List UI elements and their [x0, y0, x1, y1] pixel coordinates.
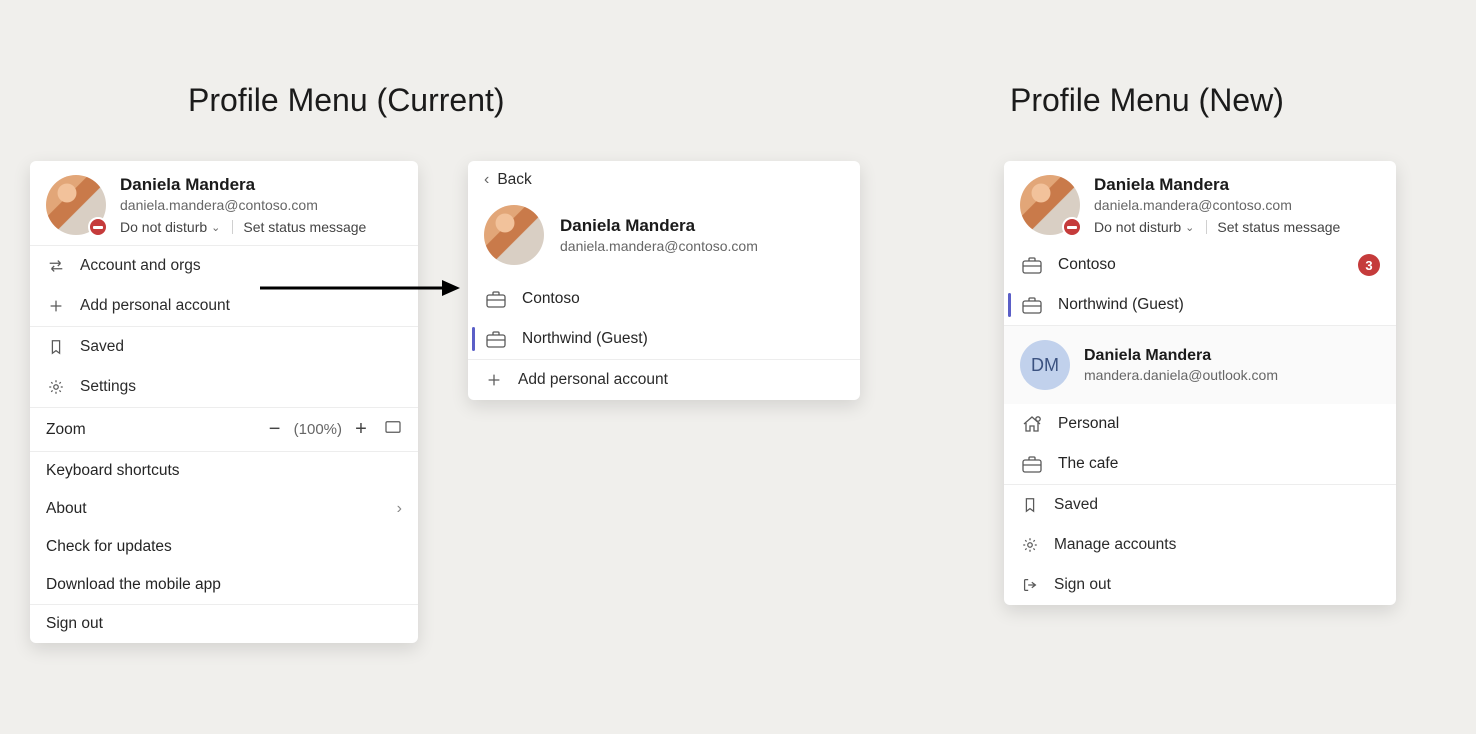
menu-label: Keyboard shortcuts: [46, 462, 180, 480]
org-item[interactable]: Northwind (Guest): [1004, 285, 1396, 325]
org-label: Northwind (Guest): [1058, 296, 1184, 314]
briefcase-icon: [484, 288, 508, 310]
org-label: Contoso: [522, 290, 580, 308]
divider: [1206, 220, 1207, 234]
bookmark-icon: [1020, 495, 1040, 515]
gear-icon: [1020, 535, 1040, 555]
org-item[interactable]: The cafe: [1004, 444, 1396, 484]
profile-header: Daniela Mandera daniela.mandera@contoso.…: [30, 161, 418, 245]
home-icon: [1020, 413, 1044, 435]
chevron-down-icon: ⌄: [1185, 221, 1194, 234]
secondary-name: Daniela Mandera: [1084, 347, 1278, 365]
org-label: Contoso: [1058, 256, 1116, 274]
menu-sign-out[interactable]: Sign out: [1004, 565, 1396, 605]
org-item[interactable]: Contoso 3: [1004, 245, 1396, 285]
set-status-message[interactable]: Set status message: [243, 219, 366, 235]
profile-menu-new: Daniela Mandera daniela.mandera@contoso.…: [1004, 161, 1396, 605]
notification-badge: 3: [1358, 254, 1380, 276]
briefcase-icon: [1020, 294, 1044, 316]
avatar-image: [484, 205, 544, 265]
secondary-account[interactable]: DM Daniela Mandera mandera.daniela@outlo…: [1004, 326, 1396, 404]
menu-label: Add personal account: [518, 371, 668, 389]
profile-header: Daniela Mandera daniela.mandera@contoso.…: [1004, 161, 1396, 245]
menu-label: Sign out: [46, 615, 103, 633]
menu-label: Sign out: [1054, 576, 1111, 594]
status-dropdown[interactable]: Do not disturb: [120, 219, 207, 235]
chevron-left-icon: ‹: [484, 171, 489, 189]
heading-current: Profile Menu (Current): [188, 82, 505, 119]
swap-arrows-icon: [46, 256, 66, 276]
briefcase-icon: [1020, 254, 1044, 276]
set-status-message[interactable]: Set status message: [1217, 219, 1340, 235]
menu-settings[interactable]: Settings: [30, 367, 418, 407]
user-email: daniela.mandera@contoso.com: [120, 197, 366, 213]
menu-label: Check for updates: [46, 538, 172, 556]
bookmark-icon: [46, 337, 66, 357]
status-dropdown[interactable]: Do not disturb: [1094, 219, 1181, 235]
back-button[interactable]: ‹ Back: [468, 161, 860, 199]
org-label: Northwind (Guest): [522, 330, 648, 348]
plus-icon: [484, 370, 504, 390]
heading-new: Profile Menu (New): [1010, 82, 1284, 119]
org-item[interactable]: Contoso: [468, 279, 860, 319]
menu-saved[interactable]: Saved: [30, 327, 418, 367]
add-personal-account[interactable]: Add personal account: [468, 360, 860, 400]
menu-download-app[interactable]: Download the mobile app: [30, 566, 418, 604]
fullscreen-icon[interactable]: [384, 420, 402, 439]
divider: [232, 220, 233, 234]
user-name: Daniela Mandera: [560, 216, 758, 236]
dnd-status-icon: [88, 217, 108, 237]
menu-keyboard-shortcuts[interactable]: Keyboard shortcuts: [30, 452, 418, 490]
avatar-initials: DM: [1020, 340, 1070, 390]
arrow-annotation: [260, 278, 460, 298]
profile-menu-current: Daniela Mandera daniela.mandera@contoso.…: [30, 161, 418, 643]
user-name: Daniela Mandera: [120, 175, 366, 195]
menu-label: Manage accounts: [1054, 536, 1176, 554]
avatar[interactable]: [46, 175, 106, 235]
zoom-label: Zoom: [46, 421, 86, 439]
secondary-email: mandera.daniela@outlook.com: [1084, 367, 1278, 383]
menu-label: Download the mobile app: [46, 576, 221, 594]
menu-label: Add personal account: [80, 297, 230, 315]
gear-icon: [46, 377, 66, 397]
menu-label: Account and orgs: [80, 257, 201, 275]
zoom-in-button[interactable]: +: [348, 418, 374, 441]
menu-check-updates[interactable]: Check for updates: [30, 528, 418, 566]
avatar[interactable]: [1020, 175, 1080, 235]
zoom-control: Zoom − (100%) +: [30, 408, 418, 451]
account-and-orgs-panel: ‹ Back Daniela Mandera daniela.mandera@c…: [468, 161, 860, 400]
user-name: Daniela Mandera: [1094, 175, 1340, 195]
user-email: daniela.mandera@contoso.com: [1094, 197, 1340, 213]
org-label: The cafe: [1058, 455, 1118, 473]
chevron-right-icon: ›: [397, 500, 402, 518]
menu-sign-out[interactable]: Sign out: [30, 605, 418, 643]
zoom-value: (100%): [294, 421, 342, 438]
org-label: Personal: [1058, 415, 1119, 433]
menu-label: About: [46, 500, 87, 518]
menu-manage-accounts[interactable]: Manage accounts: [1004, 525, 1396, 565]
plus-icon: [46, 296, 66, 316]
org-item[interactable]: Northwind (Guest): [468, 319, 860, 359]
profile-header: Daniela Mandera daniela.mandera@contoso.…: [468, 199, 860, 279]
menu-label: Saved: [80, 338, 124, 356]
org-item[interactable]: Personal: [1004, 404, 1396, 444]
menu-label: Settings: [80, 378, 136, 396]
sign-out-icon: [1020, 575, 1040, 595]
zoom-out-button[interactable]: −: [262, 418, 288, 441]
chevron-down-icon: ⌄: [211, 221, 220, 234]
back-label: Back: [497, 171, 531, 189]
user-email: daniela.mandera@contoso.com: [560, 238, 758, 254]
menu-saved[interactable]: Saved: [1004, 485, 1396, 525]
menu-label: Saved: [1054, 496, 1098, 514]
briefcase-icon: [484, 328, 508, 350]
briefcase-icon: [1020, 453, 1044, 475]
menu-about[interactable]: About ›: [30, 490, 418, 528]
dnd-status-icon: [1062, 217, 1082, 237]
